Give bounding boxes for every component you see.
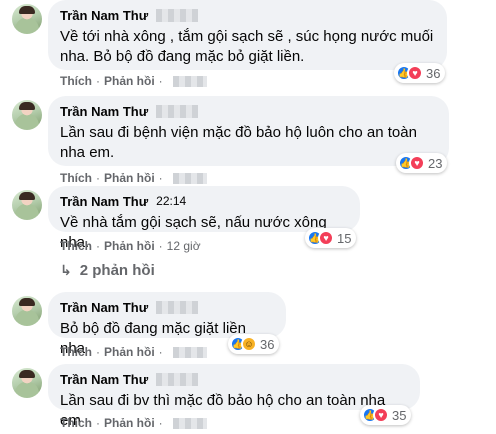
reaction-count: 36	[426, 65, 441, 81]
comment-bubble: Trần Nam Thư Về tới nhà xông , tắm gội s…	[48, 0, 447, 70]
comment-author[interactable]: Trần Nam Thư	[60, 8, 148, 23]
haha-icon: ☺	[241, 336, 257, 352]
reaction-summary[interactable]: 👍 ♥ 35	[360, 405, 412, 425]
comment-text: Lần sau đi bệnh viện mặc đồ bảo hộ luôn …	[60, 124, 417, 161]
separator: ·	[158, 74, 163, 88]
separator: ·	[158, 345, 163, 359]
separator: ·	[96, 345, 100, 359]
comment-bubble: Trần Nam Thư Lần sau đi bv thì mặc đồ bả…	[48, 364, 420, 429]
separator: ·	[96, 171, 100, 185]
reply-button[interactable]: Phản hồi	[104, 345, 155, 359]
reaction-count: 15	[337, 230, 352, 246]
avatar[interactable]	[12, 4, 42, 34]
love-icon: ♥	[373, 407, 389, 423]
comment-author[interactable]: Trần Nam Thư	[60, 300, 148, 315]
like-button[interactable]: Thích	[60, 345, 92, 359]
separator: ·	[96, 416, 100, 430]
replies-label[interactable]: 2 phản hồi	[80, 262, 155, 279]
separator: ·	[96, 74, 100, 88]
avatar[interactable]	[12, 190, 42, 220]
love-icon: ♥	[407, 65, 423, 81]
comment-author[interactable]: Trần Nam Thư	[60, 194, 148, 209]
reaction-count: 35	[392, 407, 407, 423]
comment-age[interactable]: 12 giờ	[167, 239, 201, 253]
like-button[interactable]: Thích	[60, 74, 92, 88]
comment-bubble: Trần Nam Thư Lần sau đi bệnh viện mặc đồ…	[48, 96, 449, 166]
avatar[interactable]	[12, 100, 42, 130]
comment-bubble: Trần Nam Thư 22:14 Về nhà tắm gội sạch s…	[48, 186, 360, 251]
blurred-timestamp	[156, 8, 199, 22]
reply-button[interactable]: Phản hồi	[104, 416, 155, 430]
blurred-age	[172, 417, 207, 429]
like-button[interactable]: Thích	[60, 171, 92, 185]
comment-text: Về tới nhà xông , tắm gội sạch sẽ , súc …	[60, 28, 434, 65]
comment-author[interactable]: Trần Nam Thư	[60, 372, 148, 387]
return-arrow-icon: ↳	[60, 262, 72, 278]
blurred-timestamp	[156, 104, 199, 118]
love-icon: ♥	[318, 230, 334, 246]
reaction-summary[interactable]: 👍 ♥ 23	[396, 153, 448, 173]
reply-button[interactable]: Phản hồi	[104, 74, 155, 88]
blurred-age	[172, 172, 207, 184]
reaction-summary[interactable]: 👍 ♥ 15	[305, 228, 357, 248]
separator: ·	[158, 416, 163, 430]
comment-bubble: Trần Nam Thư Bỏ bộ đồ đang mặc giặt liền…	[48, 292, 286, 357]
avatar[interactable]	[12, 368, 42, 398]
reaction-count: 36	[260, 336, 275, 352]
love-icon: ♥	[409, 155, 425, 171]
reaction-count: 23	[428, 155, 443, 171]
like-button[interactable]: Thích	[60, 239, 92, 253]
separator: ·	[158, 171, 163, 185]
comment-time[interactable]: 22:14	[156, 194, 186, 208]
reply-button[interactable]: Phản hồi	[104, 239, 155, 253]
reaction-summary[interactable]: 👍 ♥ 36	[394, 63, 446, 83]
separator: ·	[158, 239, 163, 253]
separator: ·	[96, 239, 100, 253]
like-button[interactable]: Thích	[60, 416, 92, 430]
view-replies-button[interactable]: ↳ 2 phản hồi	[60, 262, 155, 279]
reply-button[interactable]: Phản hồi	[104, 171, 155, 185]
avatar[interactable]	[12, 296, 42, 326]
blurred-timestamp	[156, 300, 199, 314]
blurred-age	[172, 75, 207, 87]
blurred-age	[172, 346, 207, 358]
comment-author[interactable]: Trần Nam Thư	[60, 104, 148, 119]
reaction-summary[interactable]: 👍 ☺ 36	[228, 334, 280, 354]
blurred-timestamp	[156, 372, 199, 386]
